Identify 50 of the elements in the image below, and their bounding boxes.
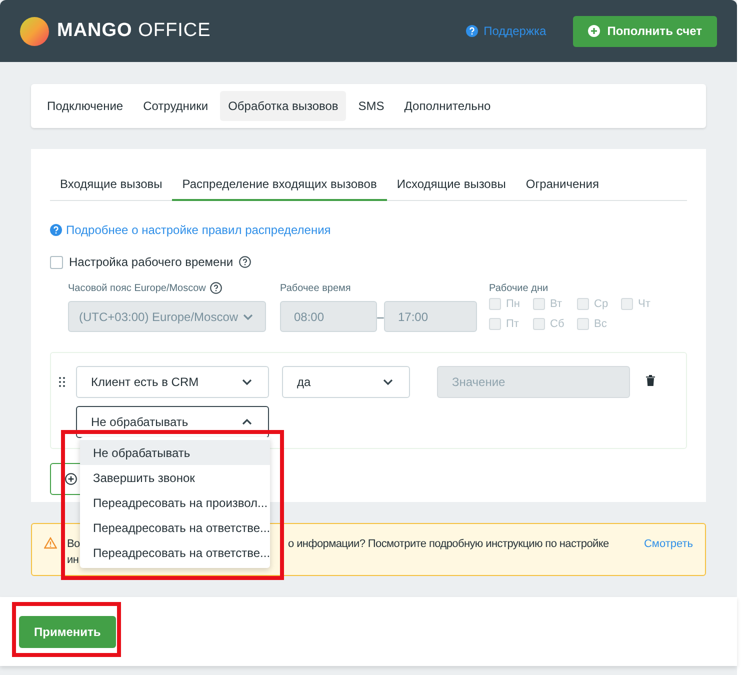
dropdown-option[interactable]: Завершить звонок <box>80 465 270 490</box>
day-label: Сб <box>550 316 564 332</box>
sub-tab[interactable]: Распределение входящих вызовов <box>172 169 387 201</box>
day-checkbox[interactable] <box>577 318 589 330</box>
nav-tab[interactable]: Сотрудники <box>135 91 216 121</box>
nav-tab[interactable]: Дополнительно <box>396 91 499 121</box>
nav-tab[interactable]: SMS <box>350 91 392 121</box>
dropdown-option[interactable]: Переадресовать на ответстве... <box>80 540 270 565</box>
day-checkbox[interactable] <box>533 298 545 310</box>
field-label: Рабочие дни <box>489 282 550 295</box>
day-label: Вс <box>594 316 607 332</box>
condition-select[interactable]: Клиент есть в CRM <box>76 366 269 398</box>
warning-icon <box>44 537 57 549</box>
day-label: Чт <box>638 296 650 312</box>
nav-tab[interactable]: Обработка вызовов <box>220 91 346 121</box>
trash-icon[interactable] <box>646 375 655 386</box>
help-icon[interactable] <box>210 282 222 294</box>
drag-handle-icon[interactable] <box>59 377 65 387</box>
sub-tab[interactable]: Исходящие вызовы <box>386 169 516 201</box>
sub-tab[interactable]: Ограничения <box>516 169 610 201</box>
field-label: Рабочее время <box>280 282 352 295</box>
day-checkbox[interactable] <box>621 298 633 310</box>
dropdown-option[interactable]: Переадресовать на ответстве... <box>80 515 270 540</box>
day-label: Пт <box>506 316 519 332</box>
dropdown-option[interactable]: Переадресовать на произвол... <box>80 490 270 515</box>
day-label: Вт <box>550 296 562 312</box>
time-separator: – <box>377 308 384 326</box>
checkbox-label: Настройка рабочего времени <box>69 254 234 271</box>
logo-text: MANGO OFFICE <box>57 18 211 43</box>
nav-tab[interactable]: Подключение <box>39 91 132 121</box>
plus-icon <box>65 473 77 485</box>
help-icon[interactable] <box>239 256 252 268</box>
dropdown-option[interactable]: Не обрабатывать <box>80 440 270 465</box>
warning-text: ин <box>67 554 79 566</box>
sub-tab[interactable]: Входящие вызовы <box>50 169 172 201</box>
day-checkbox[interactable] <box>489 298 501 310</box>
field-label: Часовой пояс Europe/Moscow <box>68 282 206 296</box>
warning-text: о информации? Посмотрите подробную инструкцию по настройке <box>288 537 609 552</box>
checkbox[interactable] <box>50 256 63 268</box>
warning-text: Во <box>67 538 80 550</box>
plus-icon <box>588 25 600 37</box>
operator-select[interactable]: да <box>282 366 410 398</box>
day-checkbox[interactable] <box>533 318 545 330</box>
day-label: Ср <box>594 296 608 312</box>
logo-icon <box>20 16 49 46</box>
day-checkbox[interactable] <box>489 318 501 330</box>
day-label: Пн <box>506 296 520 312</box>
day-checkbox[interactable] <box>577 298 589 310</box>
help-icon <box>50 224 62 236</box>
help-icon <box>466 25 478 37</box>
